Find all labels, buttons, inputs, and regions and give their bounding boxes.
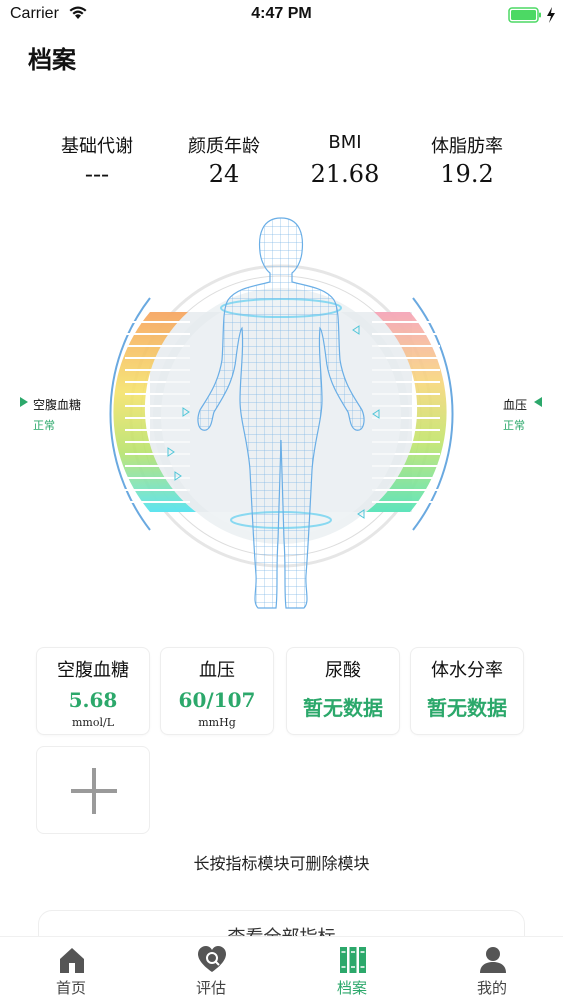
battery-icon [508,7,541,23]
card-value: 5.68 [68,688,118,712]
card-fasting-glucose[interactable]: 空腹血糖 5.68 mmol/L [36,647,150,735]
metric-bmi: BMI 21.68 [280,132,410,188]
card-unit: mmol/L [71,716,114,729]
metric-face-age: 颜质年龄 24 [159,132,289,188]
left-indicator-label[interactable]: 空腹血糖 [33,396,81,413]
tab-bar: 首页 评估 档案 我的 [0,936,563,1000]
tab-label: 首页 [55,979,86,997]
right-indicator-status: 正常 [503,419,525,432]
home-icon [60,948,84,973]
metric-value: 19.2 [440,160,494,188]
card-no-data: 暂无数据 [427,696,507,720]
card-blood-pressure[interactable]: 血压 60/107 mmHg [160,647,274,735]
card-title: 空腹血糖 [57,660,129,681]
card-no-data: 暂无数据 [303,696,383,720]
metric-value: --- [84,160,110,188]
metric-label: 体脂肪率 [431,136,503,157]
add-module-button[interactable] [36,746,150,834]
metric-label: 基础代谢 [61,136,133,157]
body-diagram [20,217,542,609]
person-icon [480,947,506,973]
card-title: 血压 [199,660,235,681]
heart-assessment-icon [198,946,226,972]
tab-me[interactable]: 我的 [422,937,562,1000]
card-value: 60/107 [178,688,256,712]
left-indicator-status: 正常 [33,419,55,432]
metric-body-fat: 体脂肪率 19.2 [402,132,532,188]
files-icon [340,947,366,973]
tab-label: 我的 [476,979,507,997]
tab-files[interactable]: 档案 [282,937,422,1000]
metric-basal-metabolism: 基础代谢 --- [32,132,162,188]
card-body-water[interactable]: 体水分率 暂无数据 [410,647,524,735]
card-uric-acid[interactable]: 尿酸 暂无数据 [286,647,400,735]
tab-assessment[interactable]: 评估 [141,937,281,1000]
page-title: 档案 [28,46,76,74]
metric-value: 21.68 [310,160,380,188]
card-title: 尿酸 [325,660,361,681]
clock: 4:47 PM [251,5,312,22]
card-title: 体水分率 [431,660,503,681]
right-indicator-label[interactable]: 血压 [503,396,527,413]
card-unit: mmHg [198,716,236,729]
tab-home[interactable]: 首页 [1,937,141,1000]
tab-label: 评估 [195,979,226,997]
charging-icon [547,7,555,23]
plus-icon [71,768,117,814]
status-bar: Carrier 4:47 PM [0,0,563,30]
metric-value: 24 [208,160,240,188]
tab-label: 档案 [336,979,367,997]
delete-hint: 长按指标模块可删除模块 [193,854,370,873]
metric-label: 颜质年龄 [188,136,260,157]
metric-label: BMI [328,132,362,153]
